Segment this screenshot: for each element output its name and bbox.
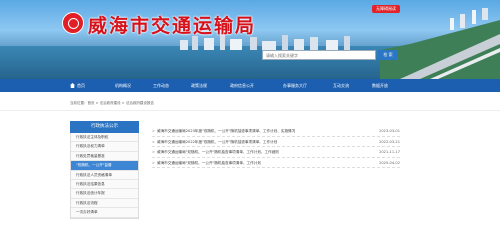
list-item[interactable]: > 威海市交通运输局"双随机、一公开"随机抽查事项清单、工作计划、工作细则 20…: [152, 147, 400, 158]
list-item[interactable]: > 威海市交通运输局2022年度"双随机、一公开"随机抽查事项清单、工作计划 2…: [152, 137, 400, 148]
list-item[interactable]: > 威海市交通运输局"双随机、一公开"随机抽查事项清单、工作计划 2020-04…: [152, 158, 400, 169]
sidebar-list: 行政执法主体及职权 行政执法权力清单 行政处罚裁量基准 "双随机、一公开"监管 …: [70, 133, 139, 219]
home-icon: [70, 83, 75, 88]
divider: [0, 110, 500, 111]
bullet-arrow-icon: >: [152, 129, 156, 133]
sidebar-item-results[interactable]: 行政执法结果信息: [71, 179, 138, 190]
sidebar: 行政执法公示 行政执法主体及职权 行政执法权力清单 行政处罚裁量基准 "双随机、…: [70, 121, 139, 219]
header-banner: 威海市交通运输局 无障碍阅读 检 索: [0, 0, 500, 79]
sidebar-item-power-list[interactable]: 行政执法权力清单: [71, 142, 138, 152]
news-date: 2023-03-01: [379, 129, 400, 133]
news-title[interactable]: 威海市交通运输局"双随机、一公开"随机抽查事项清单、工作计划、工作细则: [157, 147, 347, 158]
accessibility-link[interactable]: 无障碍阅读: [372, 5, 400, 13]
site-emblem-icon: [62, 12, 84, 34]
sidebar-item-personnel-list[interactable]: 行政执法人员资格清单: [71, 170, 138, 180]
site-title: 威海市交通运输局: [88, 15, 257, 37]
sidebar-item-annual-report[interactable]: 行政执法统计年报: [71, 189, 138, 199]
sidebar-item-process[interactable]: 行政执法流程: [71, 198, 138, 209]
news-title[interactable]: 威海市交通运输局2023年度"双随机、一公开"随机抽查事项清单、工作计划、实施情…: [157, 126, 347, 137]
nav-item-organization[interactable]: 机构概况: [115, 79, 131, 92]
nav-item-policy[interactable]: 政策法规: [191, 79, 207, 92]
nav-item-news[interactable]: 工作动态: [153, 79, 169, 92]
bullet-arrow-icon: >: [152, 160, 156, 165]
sidebar-item-enforcement-subject[interactable]: 行政执法主体及职权: [71, 133, 138, 143]
news-list: > 威海市交通运输局2023年度"双随机、一公开"随机抽查事项清单、工作计划、实…: [152, 126, 400, 168]
nav-item-open-data[interactable]: 数据开放: [372, 79, 388, 92]
breadcrumb: 当前位置：首页 > 法治政府建设 > 法治政府建设报告: [70, 101, 154, 105]
nav-item-interaction[interactable]: 互动交流: [333, 79, 349, 92]
news-title[interactable]: 威海市交通运输局"双随机、一公开"随机抽查事项清单、工作计划: [157, 158, 347, 169]
nav-item-home[interactable]: 首页: [70, 79, 85, 92]
nav-item-service-hall[interactable]: 办事服务大厅: [283, 79, 307, 92]
search-input[interactable]: [263, 51, 375, 59]
sidebar-item-random-inspection[interactable]: "双随机、一公开"监管: [71, 161, 138, 171]
news-date: 2021-11-17: [379, 150, 400, 154]
search-box: [262, 50, 376, 60]
bullet-arrow-icon: >: [152, 139, 156, 144]
list-item[interactable]: > 威海市交通运输局2023年度"双随机、一公开"随机抽查事项清单、工作计划、实…: [152, 126, 400, 137]
sidebar-item-one-stop-list[interactable]: 一次办好清单: [71, 208, 138, 218]
sidebar-item-penalty-standard[interactable]: 行政处罚裁量基准: [71, 151, 138, 162]
search-button[interactable]: 检 索: [378, 50, 398, 60]
news-date: 2020-04-02: [379, 160, 400, 165]
main-nav: 首页 机构概况 工作动态 政策法规 政府信息公开 办事服务大厅 互动交流 数据开…: [0, 79, 500, 92]
sidebar-heading: 行政执法公示: [70, 121, 139, 133]
nav-item-info-disclosure[interactable]: 政府信息公开: [230, 79, 254, 92]
bullet-arrow-icon: >: [152, 150, 156, 154]
news-date: 2022-03-21: [379, 139, 400, 144]
news-title[interactable]: 威海市交通运输局2022年度"双随机、一公开"随机抽查事项清单、工作计划: [157, 137, 347, 148]
